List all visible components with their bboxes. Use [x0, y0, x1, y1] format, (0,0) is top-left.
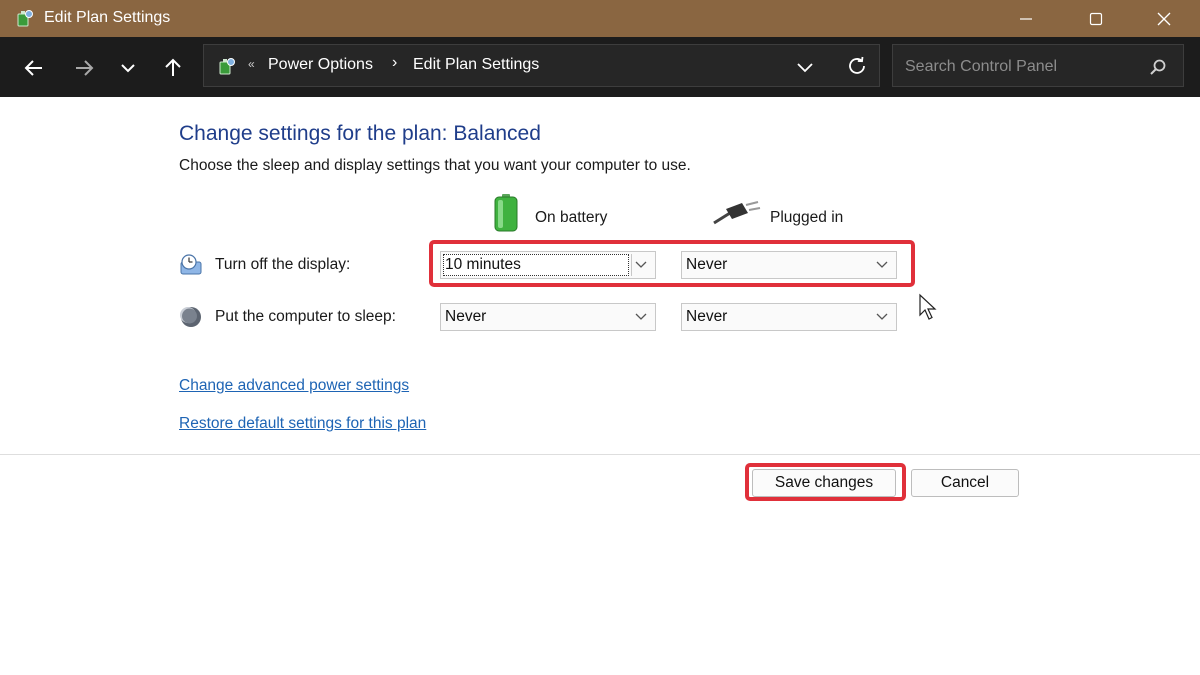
back-arrow-icon[interactable] — [20, 54, 48, 82]
close-icon — [1157, 12, 1171, 26]
breadcrumb-overflow[interactable]: « — [248, 57, 255, 71]
search-input[interactable] — [903, 55, 1137, 79]
chevron-down-icon — [635, 313, 647, 320]
title-bar: Edit Plan Settings — [0, 0, 1200, 37]
annotation-highlight-display-row — [429, 240, 915, 287]
address-bar[interactable]: « Power Options › Edit Plan Settings — [203, 44, 880, 87]
sleep-battery-select[interactable]: Never — [440, 303, 656, 331]
minimize-button[interactable] — [1003, 0, 1049, 37]
search-icon[interactable] — [1148, 57, 1168, 77]
refresh-icon[interactable] — [845, 54, 869, 78]
breadcrumb-separator[interactable]: › — [392, 54, 397, 72]
battery-icon — [494, 194, 518, 232]
control-panel-icon — [17, 10, 33, 27]
mouse-cursor-icon — [919, 293, 937, 320]
sleep-label: Put the computer to sleep: — [215, 308, 396, 325]
close-button[interactable] — [1141, 0, 1187, 37]
divider — [0, 454, 1200, 455]
column-header-on-battery: On battery — [535, 209, 608, 226]
breadcrumb-power-options[interactable]: Power Options — [268, 56, 373, 74]
maximize-button[interactable] — [1073, 0, 1119, 37]
cancel-button[interactable]: Cancel — [911, 469, 1019, 497]
window-title: Edit Plan Settings — [44, 9, 171, 26]
restore-default-settings-link[interactable]: Restore default settings for this plan — [179, 415, 426, 433]
breadcrumb-edit-plan-settings[interactable]: Edit Plan Settings — [413, 56, 539, 74]
page-subtitle: Choose the sleep and display settings th… — [179, 157, 691, 174]
turn-off-display-label: Turn off the display: — [215, 256, 351, 273]
search-box[interactable] — [892, 44, 1184, 87]
minimize-icon — [1020, 18, 1032, 20]
annotation-highlight-save-button — [745, 463, 906, 501]
sleep-plugged-select[interactable]: Never — [681, 303, 897, 331]
chevron-down-icon — [876, 313, 888, 320]
chevron-down-icon[interactable] — [794, 57, 816, 77]
control-panel-icon — [219, 58, 235, 75]
chevron-down-icon[interactable] — [114, 54, 142, 82]
main-content: Change settings for the plan: Balanced C… — [0, 97, 1200, 675]
power-plug-icon — [713, 201, 761, 225]
sleep-moon-icon — [180, 307, 201, 327]
sleep-plugged-value: Never — [686, 308, 728, 325]
column-header-plugged-in: Plugged in — [770, 209, 844, 226]
navigation-bar: « Power Options › Edit Plan Settings — [0, 37, 1200, 97]
display-clock-icon — [180, 254, 202, 275]
up-arrow-icon[interactable] — [159, 54, 187, 82]
page-title: Change settings for the plan: Balanced — [179, 122, 541, 145]
sleep-battery-value: Never — [445, 308, 487, 325]
maximize-icon — [1089, 12, 1103, 26]
forward-arrow-icon[interactable] — [70, 54, 98, 82]
change-advanced-power-settings-link[interactable]: Change advanced power settings — [179, 377, 409, 395]
